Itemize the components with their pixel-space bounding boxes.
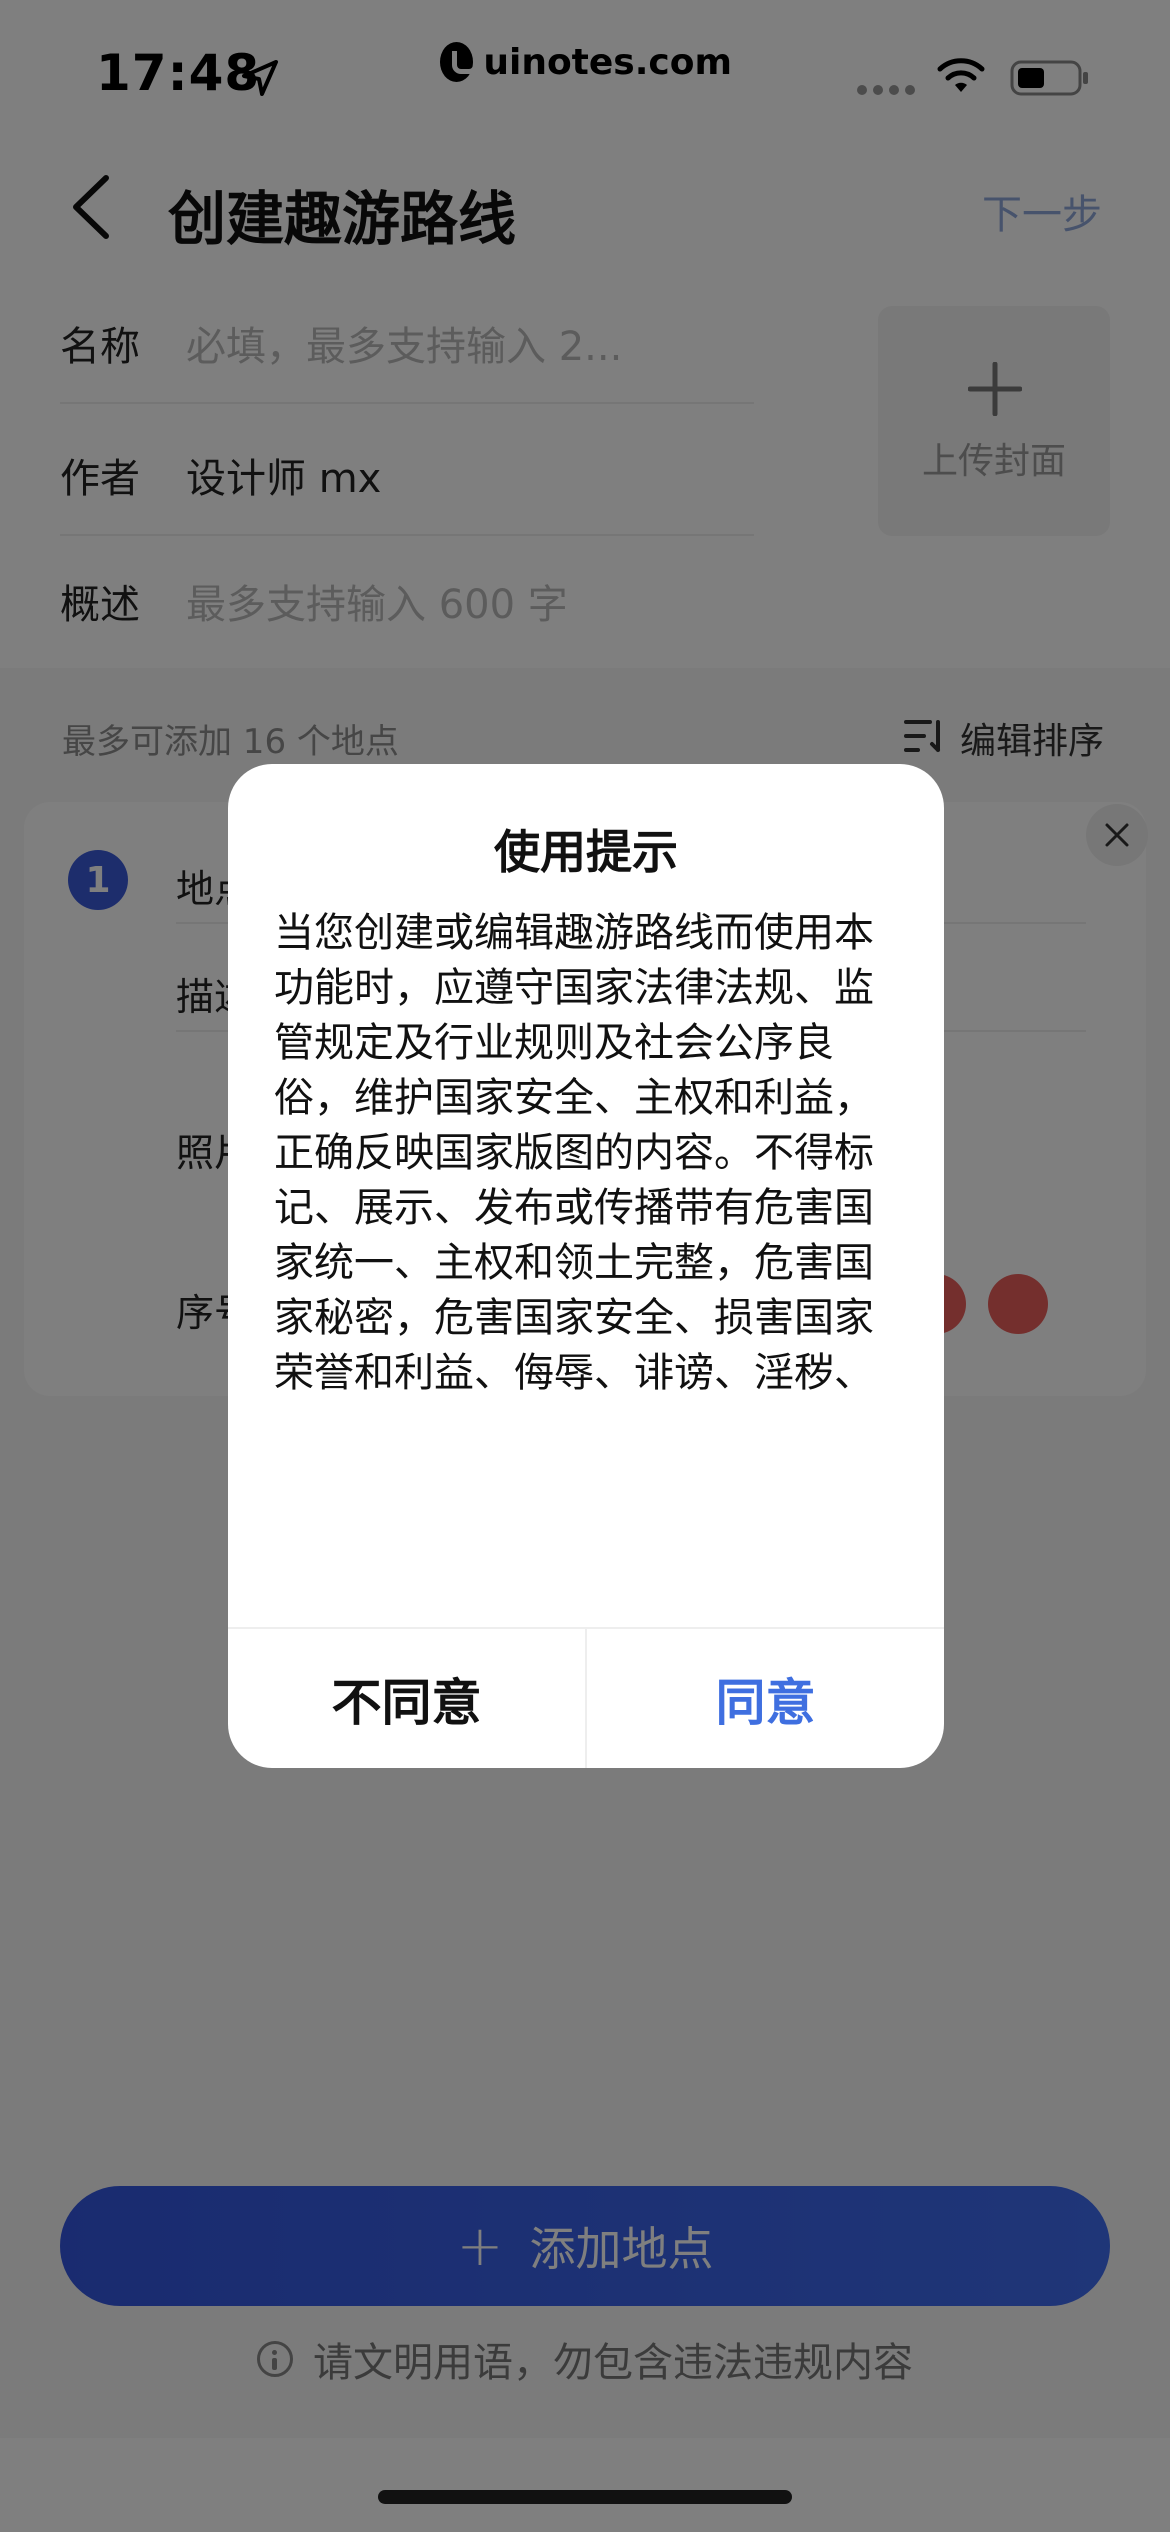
dialog-body-text: 当您创建或编辑趣游路线而使用本功能时，应遵守国家法律法规、监管规定及行业规则及社… <box>274 910 874 1392</box>
home-indicator[interactable] <box>378 2490 792 2504</box>
agree-button[interactable]: 同意 <box>587 1629 944 1768</box>
disagree-button[interactable]: 不同意 <box>228 1629 585 1768</box>
dialog-title: 使用提示 <box>494 825 678 879</box>
usage-notice-dialog: 使用提示 当您创建或编辑趣游路线而使用本功能时，应遵守国家法律法规、监管规定及行… <box>228 764 944 1768</box>
